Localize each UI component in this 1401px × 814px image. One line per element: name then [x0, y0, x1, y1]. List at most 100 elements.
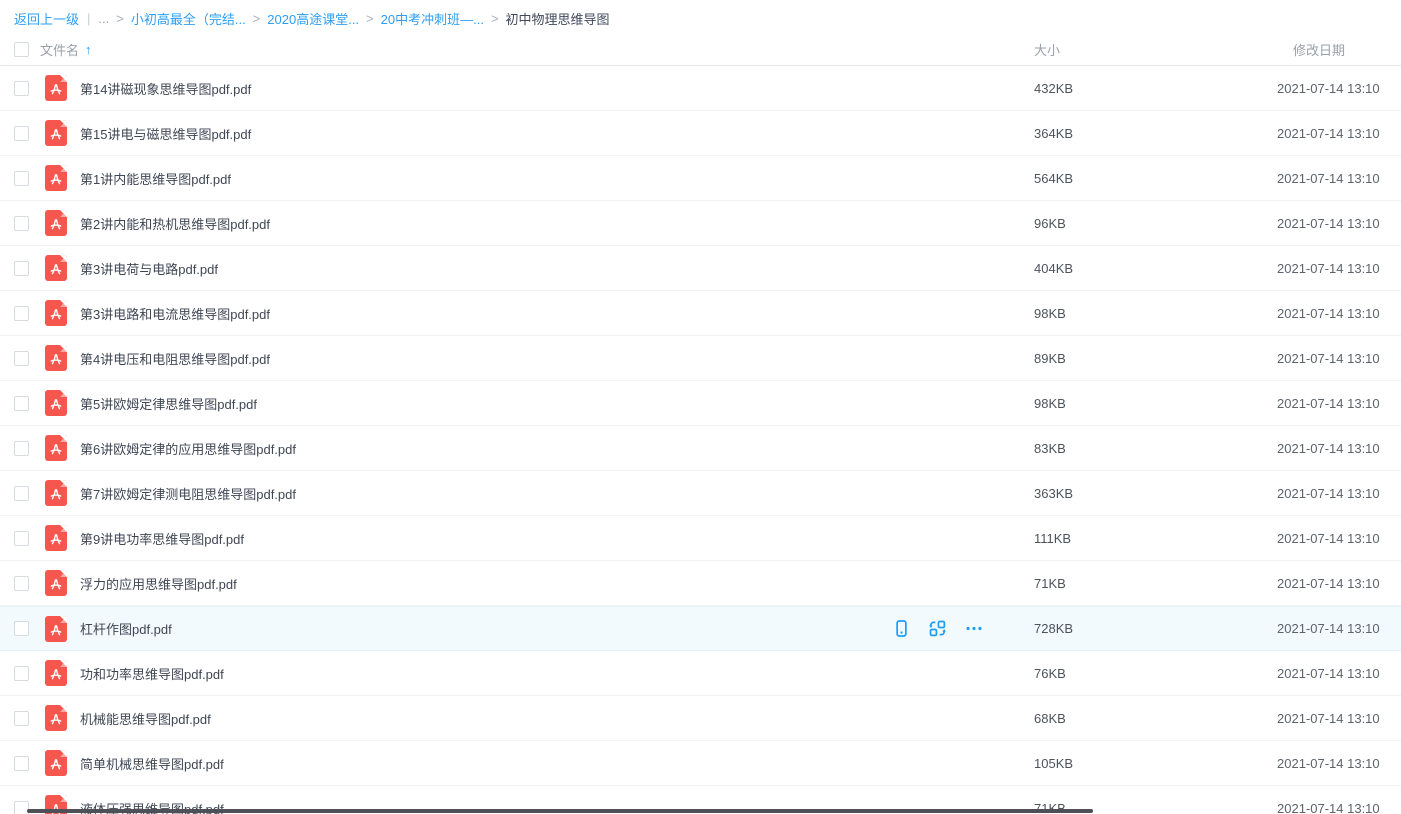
breadcrumb-items: ...>小初高最全（完结...>2020高途课堂...>20中考冲刺班—...>… [98, 9, 609, 28]
row-checkbox[interactable] [14, 441, 29, 456]
table-row[interactable]: 功和功率思维导图pdf.pdf 76KB 2021-07-14 13:10 [0, 651, 1401, 696]
back-to-parent-link[interactable]: 返回上一级 [14, 9, 79, 28]
file-name[interactable]: 杠杆作图pdf.pdf [80, 619, 172, 638]
file-size: 432KB [1012, 81, 1277, 96]
file-name[interactable]: 第3讲电荷与电路pdf.pdf [80, 259, 218, 278]
pdf-file-icon [45, 75, 67, 101]
row-checkbox[interactable] [14, 711, 29, 726]
row-checkbox[interactable] [14, 351, 29, 366]
table-row[interactable]: 第14讲磁现象思维导图pdf.pdf 432KB 2021-07-14 13:1… [0, 66, 1401, 111]
file-modified: 2021-07-14 13:10 [1277, 126, 1401, 141]
table-row[interactable]: 第5讲欧姆定律思维导图pdf.pdf 98KB 2021-07-14 13:10 [0, 381, 1401, 426]
file-size: 68KB [1012, 711, 1277, 726]
file-name[interactable]: 第4讲电压和电阻思维导图pdf.pdf [80, 349, 270, 368]
table-row[interactable]: 第15讲电与磁思维导图pdf.pdf 364KB 2021-07-14 13:1… [0, 111, 1401, 156]
table-row[interactable]: 第3讲电路和电流思维导图pdf.pdf 98KB 2021-07-14 13:1… [0, 291, 1401, 336]
file-name[interactable]: 第5讲欧姆定律思维导图pdf.pdf [80, 394, 257, 413]
file-size: 364KB [1012, 126, 1277, 141]
breadcrumb-current-folder: 初中物理思维导图 [506, 9, 610, 28]
breadcrumb-item[interactable]: 20中考冲刺班—... [381, 9, 484, 28]
ellipsis-icon [964, 619, 984, 638]
table-row[interactable]: 机械能思维导图pdf.pdf 68KB 2021-07-14 13:10 [0, 696, 1401, 741]
pdf-file-icon [45, 390, 67, 416]
row-checkbox[interactable] [14, 486, 29, 501]
more-actions-button[interactable] [964, 619, 984, 639]
table-row[interactable]: 第4讲电压和电阻思维导图pdf.pdf 89KB 2021-07-14 13:1… [0, 336, 1401, 381]
row-checkbox[interactable] [14, 261, 29, 276]
breadcrumb-separator: > [116, 11, 124, 26]
preview-on-device-button[interactable] [892, 619, 911, 639]
file-name[interactable]: 功和功率思维导图pdf.pdf [80, 664, 224, 683]
pdf-file-icon [45, 525, 67, 551]
horizontal-scrollbar[interactable] [27, 809, 1093, 813]
breadcrumb-item[interactable]: 2020高途课堂... [267, 9, 359, 28]
column-header-size[interactable]: 大小 [1012, 40, 1277, 59]
name-cell: 第3讲电荷与电路pdf.pdf [67, 259, 1012, 278]
row-checkbox[interactable] [14, 666, 29, 681]
file-size: 363KB [1012, 486, 1277, 501]
name-cell: 第5讲欧姆定律思维导图pdf.pdf [67, 394, 1012, 413]
file-name[interactable]: 第3讲电路和电流思维导图pdf.pdf [80, 304, 270, 323]
table-row[interactable]: 第6讲欧姆定律的应用思维导图pdf.pdf 83KB 2021-07-14 13… [0, 426, 1401, 471]
file-modified: 2021-07-14 13:10 [1277, 666, 1401, 681]
name-cell: 机械能思维导图pdf.pdf [67, 709, 1012, 728]
file-size: 71KB [1012, 576, 1277, 591]
pdf-file-icon [45, 210, 67, 236]
sort-ascending-icon[interactable]: ↑ [85, 42, 92, 57]
file-name[interactable]: 机械能思维导图pdf.pdf [80, 709, 211, 728]
name-cell: 第9讲电功率思维导图pdf.pdf [67, 529, 1012, 548]
select-all-checkbox[interactable] [14, 42, 29, 57]
file-modified: 2021-07-14 13:10 [1277, 576, 1401, 591]
table-row[interactable]: 第3讲电荷与电路pdf.pdf 404KB 2021-07-14 13:10 [0, 246, 1401, 291]
file-name[interactable]: 第1讲内能思维导图pdf.pdf [80, 169, 231, 188]
pdf-file-icon [45, 750, 67, 776]
table-row[interactable]: 浮力的应用思维导图pdf.pdf 71KB 2021-07-14 13:10 [0, 561, 1401, 606]
file-modified: 2021-07-14 13:10 [1277, 801, 1401, 814]
breadcrumb: 返回上一级 | ...>小初高最全（完结...>2020高途课堂...>20中考… [0, 0, 1401, 34]
row-checkbox[interactable] [14, 171, 29, 186]
file-name[interactable]: 简单机械思维导图pdf.pdf [80, 754, 224, 773]
file-name[interactable]: 浮力的应用思维导图pdf.pdf [80, 574, 237, 593]
name-cell: 浮力的应用思维导图pdf.pdf [67, 574, 1012, 593]
table-row[interactable]: 第7讲欧姆定律测电阻思维导图pdf.pdf 363KB 2021-07-14 1… [0, 471, 1401, 516]
file-name[interactable]: 第9讲电功率思维导图pdf.pdf [80, 529, 244, 548]
row-checkbox[interactable] [14, 756, 29, 771]
file-modified: 2021-07-14 13:10 [1277, 486, 1401, 501]
table-row[interactable]: 第2讲内能和热机思维导图pdf.pdf 96KB 2021-07-14 13:1… [0, 201, 1401, 246]
column-header-modified[interactable]: 修改日期 [1277, 40, 1401, 59]
file-name[interactable]: 第7讲欧姆定律测电阻思维导图pdf.pdf [80, 484, 296, 503]
table-row[interactable]: 第1讲内能思维导图pdf.pdf 564KB 2021-07-14 13:10 [0, 156, 1401, 201]
file-size: 98KB [1012, 396, 1277, 411]
file-name[interactable]: 第6讲欧姆定律的应用思维导图pdf.pdf [80, 439, 296, 458]
file-size: 105KB [1012, 756, 1277, 771]
file-modified: 2021-07-14 13:10 [1277, 216, 1401, 231]
row-checkbox[interactable] [14, 126, 29, 141]
pdf-file-icon [45, 705, 67, 731]
pdf-file-icon [45, 300, 67, 326]
list-header: 文件名 ↑ 大小 修改日期 [0, 34, 1401, 66]
save-transfer-button[interactable] [928, 619, 947, 639]
row-checkbox[interactable] [14, 216, 29, 231]
column-header-filename[interactable]: 文件名 [40, 40, 79, 59]
file-modified: 2021-07-14 13:10 [1277, 756, 1401, 771]
file-name[interactable]: 第14讲磁现象思维导图pdf.pdf [80, 79, 251, 98]
row-checkbox[interactable] [14, 621, 29, 636]
name-cell: 第2讲内能和热机思维导图pdf.pdf [67, 214, 1012, 233]
table-row[interactable]: 杠杆作图pdf.pdf [0, 606, 1401, 651]
file-name[interactable]: 第15讲电与磁思维导图pdf.pdf [80, 124, 251, 143]
breadcrumb-item[interactable]: 小初高最全（完结... [131, 9, 246, 28]
file-modified: 2021-07-14 13:10 [1277, 351, 1401, 366]
breadcrumb-separator: > [253, 11, 261, 26]
table-row[interactable]: 第9讲电功率思维导图pdf.pdf 111KB 2021-07-14 13:10 [0, 516, 1401, 561]
pdf-file-icon [45, 120, 67, 146]
file-manager-page: 返回上一级 | ...>小初高最全（完结...>2020高途课堂...>20中考… [0, 0, 1401, 814]
phone-icon [892, 619, 911, 638]
row-checkbox[interactable] [14, 531, 29, 546]
table-row[interactable]: 简单机械思维导图pdf.pdf 105KB 2021-07-14 13:10 [0, 741, 1401, 786]
row-checkbox[interactable] [14, 396, 29, 411]
row-checkbox[interactable] [14, 306, 29, 321]
row-checkbox[interactable] [14, 576, 29, 591]
pdf-file-icon [45, 165, 67, 191]
row-checkbox[interactable] [14, 81, 29, 96]
file-name[interactable]: 第2讲内能和热机思维导图pdf.pdf [80, 214, 270, 233]
